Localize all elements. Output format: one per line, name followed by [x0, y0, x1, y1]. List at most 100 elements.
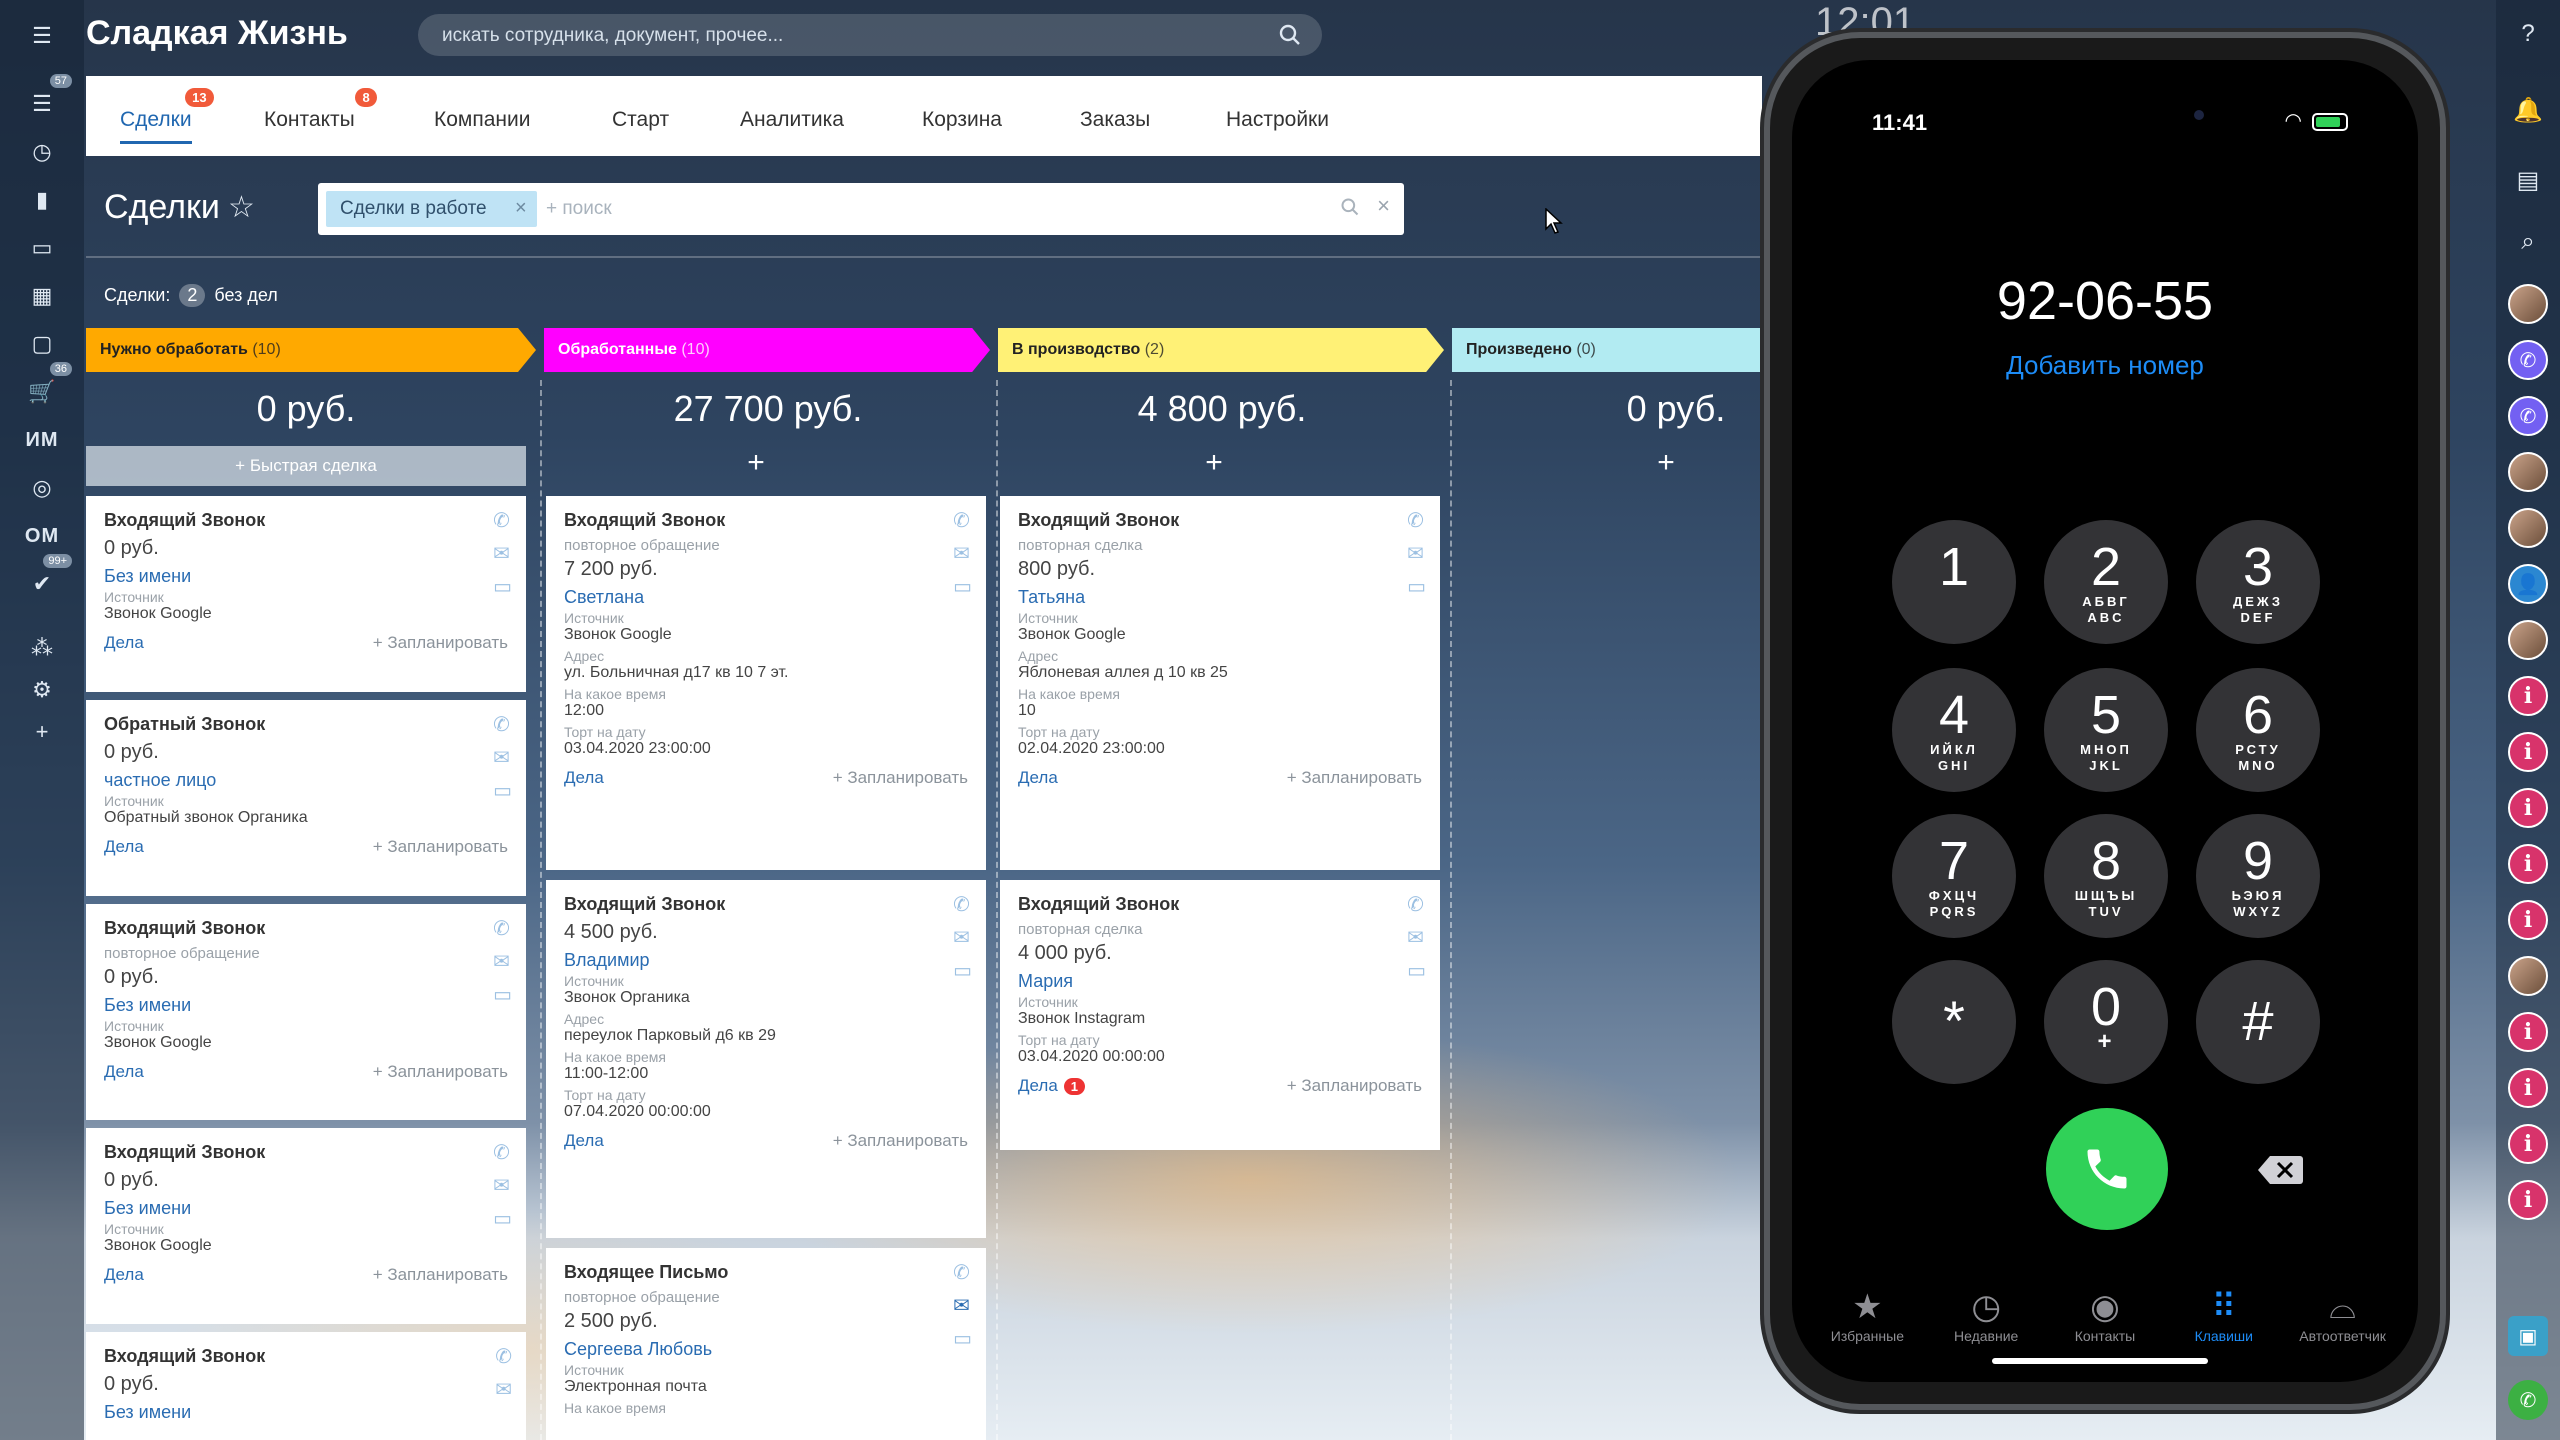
check-icon[interactable]: ✔ 99+	[18, 554, 72, 606]
home-indicator[interactable]	[1992, 1358, 2208, 1364]
filter-chip[interactable]: Сделки в работе ×	[326, 191, 537, 227]
mail-icon[interactable]: ✉	[493, 949, 512, 974]
deal-activities-link[interactable]: Дела	[104, 1062, 144, 1082]
deal-contact[interactable]: Без имени	[104, 566, 508, 587]
avatar[interactable]	[2508, 508, 2548, 548]
deal-card[interactable]: ✆ ✉ ▭ Входящее Письмо повторное обращение …	[546, 1248, 986, 1440]
deal-contact[interactable]: Без имени	[104, 995, 508, 1016]
gear-icon[interactable]: ⚙	[18, 668, 66, 712]
mail-icon[interactable]: ✉	[1407, 925, 1426, 950]
mail-icon[interactable]: ✉	[493, 1173, 512, 1198]
key-hash[interactable]: #	[2196, 960, 2320, 1084]
key-star[interactable]: *	[1892, 960, 2016, 1084]
deal-card[interactable]: ✆ ✉ ▭ Входящий Звонок 0 руб. Без имени Ист…	[86, 496, 526, 692]
plan-link[interactable]: + Запланировать	[373, 1062, 508, 1082]
chat-icon[interactable]: ▭	[1407, 958, 1426, 983]
tab-favorites[interactable]: ★ Избранные	[1812, 1286, 1922, 1344]
help-icon[interactable]: ?	[2508, 14, 2548, 54]
user-icon[interactable]: 👤	[2508, 564, 2548, 604]
search-icon[interactable]: ⌕	[2508, 222, 2548, 262]
avatar[interactable]	[2508, 452, 2548, 492]
chip-close-icon[interactable]: ×	[515, 197, 527, 220]
deal-activities-link[interactable]: Дела	[564, 1131, 604, 1151]
deal-card[interactable]: ✆ ✉ ▭ Входящий Звонок 4 500 руб. Владимир …	[546, 880, 986, 1238]
deal-contact[interactable]: Без имени	[104, 1402, 508, 1423]
clock-icon[interactable]: ◷	[18, 130, 66, 174]
deal-contact[interactable]: Без имени	[104, 1198, 508, 1219]
deal-card[interactable]: ✆ ✉ ▭ Обратный Звонок 0 руб. частное лицо …	[86, 700, 526, 896]
key-4[interactable]: 4 ИЙКЛ GHI	[1892, 668, 2016, 792]
grid-icon[interactable]: ▦	[18, 274, 66, 318]
mail-icon[interactable]: ✉	[953, 925, 972, 950]
deal-card[interactable]: ✆ ✉ ▭ Входящий Звонок 0 руб. Без имени Ист…	[86, 1128, 526, 1324]
chat-icon[interactable]: ▭	[953, 574, 972, 599]
tab-deals[interactable]: Сделки 13	[120, 88, 214, 144]
inbox-icon[interactable]: ▭	[18, 226, 66, 270]
phone-icon[interactable]: ✆	[953, 508, 972, 533]
tab-voicemail[interactable]: ⌓ Автоответчик	[2288, 1286, 2398, 1344]
tab-companies[interactable]: Компании	[434, 108, 530, 132]
phone-icon[interactable]: ✆	[495, 1344, 512, 1369]
add-deal-button[interactable]: +	[994, 446, 1434, 480]
tab-settings[interactable]: Настройки	[1226, 108, 1329, 132]
phone-icon[interactable]: ✆	[1407, 508, 1426, 533]
chat-icon[interactable]: ▭	[493, 1206, 512, 1231]
search-icon[interactable]	[1340, 197, 1360, 222]
call-button[interactable]	[2046, 1108, 2168, 1230]
mail-icon[interactable]: ✉	[495, 1377, 512, 1402]
filter-icon[interactable]: ☰ 57	[18, 74, 72, 126]
deal-activities-link[interactable]: Дела	[104, 837, 144, 857]
plan-link[interactable]: + Запланировать	[373, 1265, 508, 1285]
tab-recents[interactable]: ◷ Недавние	[1931, 1286, 2041, 1344]
add-number-link[interactable]: Добавить номер	[1792, 350, 2418, 381]
deal-activities-link[interactable]: Дела	[104, 633, 144, 653]
phone-icon[interactable]: ✆	[2508, 1380, 2548, 1420]
phone-icon[interactable]: ✆	[1407, 892, 1426, 917]
phone-icon[interactable]: ✆	[953, 1260, 972, 1285]
key-9[interactable]: 9 ЬЭЮЯ WXYZ	[2196, 814, 2320, 938]
deal-contact[interactable]: Сергеева Любовь	[564, 1339, 968, 1360]
widget-icon[interactable]: ▣	[2508, 1316, 2548, 1356]
tab-cart[interactable]: Корзина	[922, 108, 1002, 132]
filter-search-field[interactable]: Сделки в работе × + поиск ×	[318, 183, 1404, 235]
viber-icon[interactable]: ✆	[2508, 396, 2548, 436]
key-5[interactable]: 5 МНОП JKL	[2044, 668, 2168, 792]
deal-card[interactable]: ✆ ✉ ▭ Входящий Звонок повторная сделка 800…	[1000, 496, 1440, 870]
deal-activities-link[interactable]: Дела 1	[1018, 1076, 1086, 1096]
mail-icon[interactable]: ✉	[953, 1293, 972, 1318]
info-icon[interactable]: i	[2508, 788, 2548, 828]
plan-link[interactable]: + Запланировать	[373, 837, 508, 857]
deal-card[interactable]: ✆ ✉ ▭ Входящий Звонок повторное обращение …	[546, 496, 986, 870]
app-title[interactable]: Сладкая Жизнь	[86, 14, 348, 53]
tab-analytics[interactable]: Аналитика	[740, 108, 844, 132]
plan-link[interactable]: + Запланировать	[833, 768, 968, 788]
deal-contact[interactable]: Владимир	[564, 950, 968, 971]
info-icon[interactable]: i	[2508, 1012, 2548, 1052]
stage-header-processed[interactable]: Обработанные (10)	[544, 328, 990, 372]
deal-card[interactable]: ✆ ✉ Входящий Звонок 0 руб. Без имени	[86, 1332, 526, 1440]
add-deal-button[interactable]: +	[536, 446, 976, 480]
tab-contacts[interactable]: Контакты 8	[264, 88, 377, 132]
bell-icon[interactable]: 🔔	[2508, 90, 2548, 130]
plan-link[interactable]: + Запланировать	[1287, 1076, 1422, 1096]
mail-icon[interactable]: ✉	[493, 541, 512, 566]
deal-card[interactable]: ✆ ✉ ▭ Входящий Звонок повторная сделка 4 0…	[1000, 880, 1440, 1150]
search-icon[interactable]	[1278, 23, 1302, 53]
plan-link[interactable]: + Запланировать	[373, 633, 508, 653]
sitemap-icon[interactable]: ⁂	[18, 626, 66, 670]
deal-contact[interactable]: Светлана	[564, 587, 968, 608]
key-3[interactable]: 3 ДЕЖЗ DEF	[2196, 520, 2320, 644]
om-label[interactable]: ОМ	[18, 514, 66, 558]
deal-card[interactable]: ✆ ✉ ▭ Входящий Звонок повторное обращение …	[86, 904, 526, 1120]
deal-contact[interactable]: частное лицо	[104, 770, 508, 791]
phone-icon[interactable]: ✆	[493, 916, 512, 941]
mail-icon[interactable]: ✉	[1407, 541, 1426, 566]
chat-icon[interactable]: ▭	[493, 778, 512, 803]
plus-icon[interactable]: +	[18, 710, 66, 754]
stage-header-to-process[interactable]: Нужно обработать (10)	[86, 328, 536, 372]
star-icon[interactable]: ☆	[228, 190, 255, 225]
avatar[interactable]	[2508, 284, 2548, 324]
tab-contacts[interactable]: ◉ Контакты	[2050, 1286, 2160, 1344]
close-icon[interactable]: ×	[1377, 193, 1390, 219]
global-search-input[interactable]: искать сотрудника, документ, прочее...	[418, 14, 1322, 56]
